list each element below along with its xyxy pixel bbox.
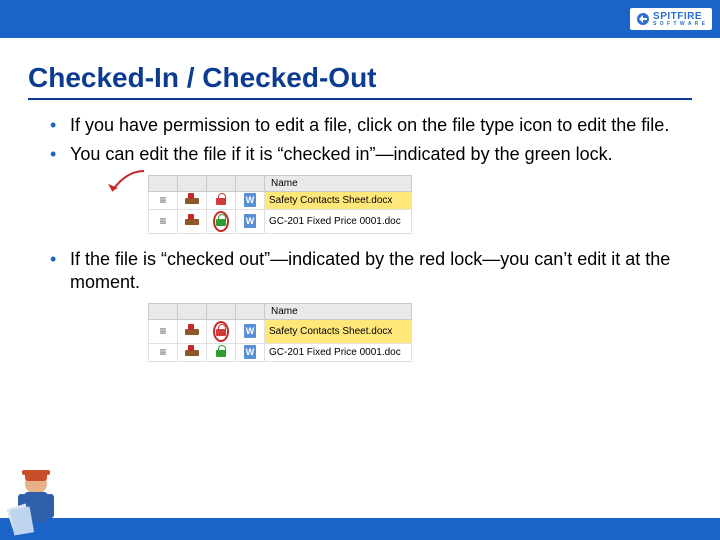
- lock-icon: [216, 193, 226, 205]
- file-table-checked-in: Name ≡ W Safety Contacts Sheet.docx ≡ W …: [148, 175, 412, 234]
- file-type-icon[interactable]: W: [244, 193, 256, 207]
- col-blank: [207, 175, 236, 191]
- col-blank: [178, 175, 207, 191]
- title-underline: [28, 98, 692, 100]
- table-row: ≡ W GC-201 Fixed Price 0001.doc: [149, 209, 412, 233]
- file-name[interactable]: GC-201 Fixed Price 0001.doc: [265, 209, 412, 233]
- bullet-list: If you have permission to edit a file, c…: [56, 114, 692, 167]
- lock-icon: [216, 324, 226, 336]
- callout-circle: [213, 321, 229, 342]
- slide-body: Checked-In / Checked-Out If you have per…: [0, 38, 720, 458]
- arrow-icon: [106, 169, 146, 199]
- file-name[interactable]: GC-201 Fixed Price 0001.doc: [265, 343, 412, 361]
- table-wrapper-1: Name ≡ W Safety Contacts Sheet.docx ≡ W …: [28, 175, 692, 234]
- drag-icon: ≡: [159, 194, 166, 206]
- table-row: ≡ W GC-201 Fixed Price 0001.doc: [149, 343, 412, 361]
- mascot-icon: [4, 460, 68, 540]
- col-name: Name: [265, 175, 412, 191]
- file-type-icon[interactable]: W: [244, 214, 256, 228]
- brand-sub: S O F T W A R E: [653, 22, 706, 27]
- col-blank: [236, 303, 265, 319]
- spitfire-icon: [636, 12, 650, 26]
- file-name[interactable]: Safety Contacts Sheet.docx: [265, 319, 412, 343]
- col-blank: [236, 175, 265, 191]
- header-bar: SPITFIRE S O F T W A R E: [0, 0, 720, 38]
- col-blank: [149, 303, 178, 319]
- bullet-item: You can edit the file if it is “checked …: [56, 143, 692, 166]
- bullet-item: If the file is “checked out”—indicated b…: [56, 248, 692, 295]
- table-row: ≡ W Safety Contacts Sheet.docx: [149, 319, 412, 343]
- callout-circle: [213, 211, 229, 232]
- drag-icon: ≡: [159, 325, 166, 337]
- attach-icon: [185, 193, 199, 205]
- bullet-list-2: If the file is “checked out”—indicated b…: [56, 248, 692, 295]
- footer-bar: [0, 518, 720, 540]
- drag-icon: ≡: [159, 215, 166, 227]
- attach-icon: [185, 345, 199, 357]
- col-blank: [178, 303, 207, 319]
- col-blank: [207, 303, 236, 319]
- attach-icon: [185, 214, 199, 226]
- col-blank: [149, 175, 178, 191]
- file-name[interactable]: Safety Contacts Sheet.docx: [265, 191, 412, 209]
- file-type-icon[interactable]: W: [244, 345, 256, 359]
- table-wrapper-2: Name ≡ W Safety Contacts Sheet.docx ≡ W …: [28, 303, 692, 362]
- brand-logo: SPITFIRE S O F T W A R E: [630, 8, 712, 30]
- file-type-icon[interactable]: W: [244, 324, 256, 338]
- lock-icon: [216, 214, 226, 226]
- bullet-item: If you have permission to edit a file, c…: [56, 114, 692, 137]
- lock-icon: [216, 345, 226, 357]
- drag-icon: ≡: [159, 346, 166, 358]
- attach-icon: [185, 324, 199, 336]
- file-table-checked-out: Name ≡ W Safety Contacts Sheet.docx ≡ W …: [148, 303, 412, 362]
- col-name: Name: [265, 303, 412, 319]
- page-title: Checked-In / Checked-Out: [28, 62, 692, 94]
- table-row: ≡ W Safety Contacts Sheet.docx: [149, 191, 412, 209]
